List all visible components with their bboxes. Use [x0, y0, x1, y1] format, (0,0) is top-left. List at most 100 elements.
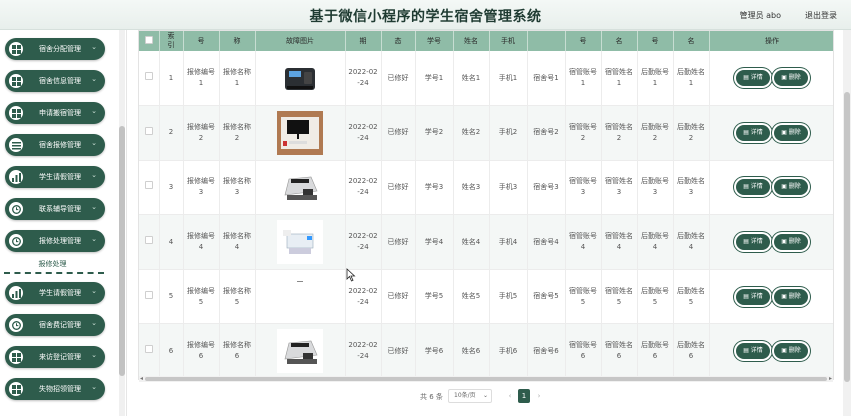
cell-status: 已修好 — [381, 323, 416, 379]
cell-no: 报修编号6 — [183, 323, 220, 379]
cell-macct: 宿管账号6 — [565, 323, 602, 379]
sidebar-item-label: 申请搬宿管理 — [39, 109, 81, 117]
column-header: 号 — [183, 31, 220, 51]
cell-status: 已修好 — [381, 269, 416, 325]
sidebar-scroll-thumb[interactable] — [119, 126, 125, 376]
sidebar-item-1[interactable]: 宿舍信息管理 ⌄ — [5, 70, 105, 92]
cell-lacct: 后勤账号2 — [637, 105, 674, 161]
column-header-label: 名 — [687, 36, 695, 45]
row-select-cell — [139, 269, 160, 325]
delete-button[interactable]: ▣ 删除 — [774, 288, 808, 305]
app-header: 基于微信小程序的学生宿舍管理系统 管理员 abo 退出登录 — [0, 0, 851, 30]
row-checkbox[interactable] — [144, 126, 153, 135]
sidebar-item-9[interactable]: 来访登记管理 ⌄ — [5, 346, 105, 368]
chevron-down-icon: ⌄ — [91, 139, 97, 147]
sidebar-item-5[interactable]: 联系辅导管理 ⌄ — [5, 198, 105, 220]
vertical-scrollbar[interactable] — [843, 30, 851, 416]
fault-image-cell — [255, 105, 346, 161]
cell-lacct: 后勤账号5 — [637, 269, 674, 325]
sidebar-subitem-repair[interactable]: 报修处理 — [0, 256, 105, 272]
fault-image-cell — [255, 269, 346, 325]
cell-no: 报修编号1 — [183, 51, 220, 107]
chart-icon — [7, 168, 25, 186]
trash-icon: ▣ — [781, 292, 789, 300]
column-header: 索 引 — [159, 31, 184, 51]
scroll-left-icon[interactable]: ◂ — [140, 375, 143, 382]
vertical-scroll-thumb[interactable] — [844, 92, 850, 382]
detail-button[interactable]: ▤ 详情 — [736, 234, 770, 251]
table-row: 5 报修编号5 报修名称5 2022-02-24 已修好 学号5 姓名5 手机5 宿舍号5 宿管账… — [139, 269, 833, 325]
page-number-button[interactable]: 1 — [518, 389, 530, 403]
cell-no: 报修编号3 — [183, 160, 220, 216]
delete-button[interactable]: ▣ 删除 — [774, 343, 808, 360]
sidebar-item-label: 来访登记管理 — [39, 353, 81, 361]
delete-button[interactable]: ▣ 删除 — [774, 70, 808, 87]
sidebar-item-2[interactable]: 申请搬宿管理 ⌄ — [5, 102, 105, 124]
column-header: 名 — [601, 31, 638, 51]
cell-index: 6 — [159, 323, 184, 379]
row-actions: ▤ 详情 ▣ 删除 — [709, 105, 833, 161]
sidebar-item-8[interactable]: 宿舍费记管理 ⌄ — [5, 314, 105, 336]
row-checkbox[interactable] — [144, 72, 153, 81]
sidebar-item-label: 报修处理管理 — [39, 237, 81, 245]
cell-sid: 学号3 — [415, 160, 454, 216]
cell-sid: 学号4 — [415, 214, 454, 270]
sidebar-item-7[interactable]: 学生请假管理 ⌄ — [5, 282, 105, 304]
delete-button[interactable]: ▣ 删除 — [774, 179, 808, 196]
fault-image-cell — [255, 160, 346, 216]
list-icon — [7, 136, 25, 154]
horizontal-scrollbar[interactable]: ◂ ▸ — [139, 375, 833, 382]
fault-image-cell — [255, 323, 346, 379]
sidebar-item-6[interactable]: 报修处理管理 ⌄ — [5, 230, 105, 252]
delete-button[interactable]: ▣ 删除 — [774, 234, 808, 251]
trash-icon: ▣ — [781, 74, 789, 82]
sidebar-item-4[interactable]: 学生请假管理 ⌄ — [5, 166, 105, 188]
grid-icon — [7, 380, 25, 398]
cell-date: 2022-02-24 — [345, 214, 382, 270]
cell-name: 报修名称4 — [219, 214, 256, 270]
row-checkbox[interactable] — [144, 290, 153, 299]
column-header: 态 — [381, 31, 416, 51]
prev-page-button[interactable]: ‹ — [504, 389, 516, 403]
cell-sname: 姓名1 — [453, 51, 490, 107]
chevron-down-icon: ⌄ — [91, 287, 97, 295]
repair-table: 索 引 号 称 故障图片 期 态 学号 姓名 手机 号 名 号 名 操作 1 报修编号1 报修名称1 2022-… — [138, 30, 834, 380]
sidebar-item-0[interactable]: 宿舍分配管理 ⌄ — [5, 38, 105, 60]
detail-button[interactable]: ▤ 详情 — [736, 179, 770, 196]
next-page-button[interactable]: › — [533, 389, 545, 403]
detail-icon: ▤ — [743, 74, 751, 82]
horizontal-scroll-thumb[interactable] — [145, 377, 827, 381]
cell-date: 2022-02-24 — [345, 51, 382, 107]
row-actions: ▤ 详情 ▣ 删除 — [709, 214, 833, 270]
scroll-right-icon[interactable]: ▸ — [829, 375, 832, 382]
detail-button[interactable]: ▤ 详情 — [736, 70, 770, 87]
select-all-checkbox[interactable] — [144, 36, 153, 44]
column-header: 操作 — [709, 31, 833, 51]
current-user: 管理员 abo — [739, 11, 781, 20]
cell-sid: 学号5 — [415, 269, 454, 325]
cell-no: 报修编号4 — [183, 214, 220, 270]
chevron-down-icon: ⌄ — [91, 75, 97, 83]
table-row: 1 报修编号1 报修名称1 2022-02-24 已修好 学号1 姓名1 手机1 宿舍号1 宿管账… — [139, 51, 833, 107]
select-all-header[interactable] — [139, 31, 160, 51]
row-checkbox[interactable] — [144, 181, 153, 190]
page-size-select[interactable]: 10条/页 ⌄ — [448, 389, 492, 403]
sidebar-item-10[interactable]: 失物招领管理 ⌄ — [5, 378, 105, 400]
cell-room: 宿舍号6 — [527, 323, 566, 379]
cell-lname: 后勤姓名1 — [673, 51, 710, 107]
detail-button[interactable]: ▤ 详情 — [736, 343, 770, 360]
detail-label: 详情 — [750, 347, 763, 355]
column-header-label: 索 引 — [167, 32, 175, 49]
detail-button[interactable]: ▤ 详情 — [736, 124, 770, 141]
row-checkbox[interactable] — [144, 236, 153, 245]
logout-link[interactable]: 退出登录 — [805, 10, 837, 21]
cell-room: 宿舍号1 — [527, 51, 566, 107]
cell-lacct: 后勤账号3 — [637, 160, 674, 216]
delete-button[interactable]: ▣ 删除 — [774, 124, 808, 141]
chevron-down-icon: ⌄ — [91, 319, 97, 327]
detail-button[interactable]: ▤ 详情 — [736, 288, 770, 305]
row-checkbox[interactable] — [144, 345, 153, 354]
cell-mname: 宿管姓名6 — [601, 323, 638, 379]
cell-index: 2 — [159, 105, 184, 161]
sidebar-item-3[interactable]: 宿舍报修管理 ⌄ — [5, 134, 105, 156]
